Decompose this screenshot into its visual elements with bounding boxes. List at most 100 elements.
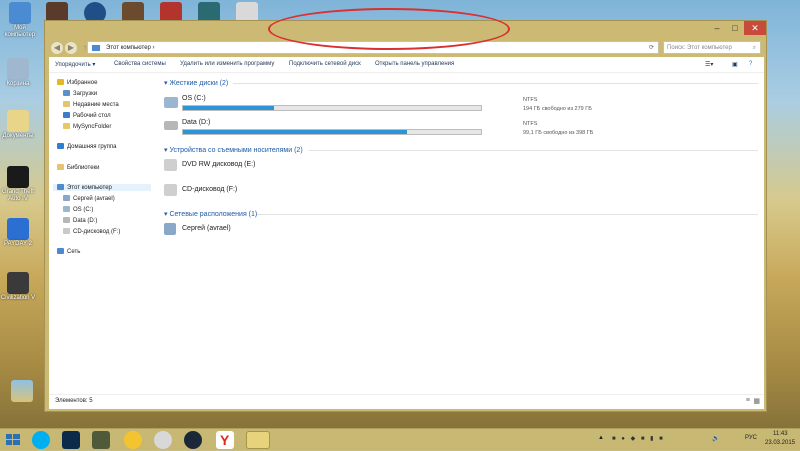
taskbar: Y ▲ ■ ● ◆ ■ ▮ ■ 🔊 РУС 11:43 23.03.2015 xyxy=(0,428,800,451)
maximize-button[interactable]: □ xyxy=(726,21,744,35)
game-taskbar-icon[interactable] xyxy=(92,431,110,449)
skype-icon[interactable] xyxy=(32,431,50,449)
desktop-icon-my-computer[interactable]: Мой компьютер xyxy=(2,2,38,39)
yandex-browser-icon[interactable]: Y xyxy=(216,431,234,449)
clock-date[interactable]: 23.03.2015 xyxy=(765,440,795,446)
refresh-icon[interactable]: ⟳ xyxy=(649,42,654,54)
nav-recent[interactable]: Недавние места xyxy=(63,101,119,108)
help-icon[interactable]: ? xyxy=(749,61,752,67)
item-count: Элементов: 5 xyxy=(55,398,93,404)
annotation-ellipse xyxy=(268,8,510,50)
nav-downloads[interactable]: Загрузки xyxy=(63,90,97,97)
drive-d-fs: NTFS xyxy=(523,121,538,127)
map-network-drive-button[interactable]: Подключить сетевой диск xyxy=(289,61,361,67)
nav-libraries[interactable]: Библиотеки xyxy=(57,164,100,171)
group-divider xyxy=(309,150,758,151)
computer-small-icon xyxy=(92,45,100,51)
desktop-icon-documents[interactable]: Документы xyxy=(0,110,36,140)
star-icon xyxy=(57,79,64,85)
tray-icons[interactable]: ■ ● ◆ ■ ▮ ■ xyxy=(612,435,665,442)
libraries-icon xyxy=(57,164,64,170)
nav-favorites[interactable]: Избранное xyxy=(57,79,97,86)
back-button[interactable]: ◀ xyxy=(51,42,63,54)
search-icon: ⌕ xyxy=(752,45,756,51)
speaker-icon[interactable]: 🔊 xyxy=(712,435,719,442)
drive-name: DVD RW дисковод (E:) xyxy=(182,161,256,168)
drive-icon xyxy=(164,121,178,130)
file-explorer-icon[interactable] xyxy=(246,431,270,449)
drive-tile-c[interactable]: OS (C:) xyxy=(164,95,564,117)
tiles-view-icon[interactable]: ▦ xyxy=(753,397,760,405)
drive-tile-f[interactable]: CD-дисковод (F:) xyxy=(164,184,364,202)
downloads-icon xyxy=(63,90,70,96)
desktop-icon-misc[interactable] xyxy=(4,380,40,403)
show-hidden-icons[interactable]: ▲ xyxy=(598,435,604,441)
folder-icon xyxy=(63,123,70,129)
search-input[interactable]: Поиск: Этот компьютер ⌕ xyxy=(663,41,761,54)
steam-icon[interactable] xyxy=(184,431,202,449)
nav-network[interactable]: Сеть xyxy=(57,248,80,255)
content-pane: ▾ Жесткие диски (2) OS (C:) NTFS 194 ГБ … xyxy=(157,73,764,395)
chrome-icon[interactable] xyxy=(124,431,142,449)
nav-user[interactable]: Сергей (avrael) xyxy=(63,195,115,202)
group-divider xyxy=(233,83,758,84)
command-bar: Упорядочить ▾ Свойства системы Удалить и… xyxy=(49,57,764,73)
open-control-panel-button[interactable]: Открыть панель управления xyxy=(375,61,454,67)
start-button[interactable] xyxy=(4,431,22,449)
recent-places-icon xyxy=(63,101,70,107)
desktop-icon-civilization[interactable]: Civilization V xyxy=(0,272,36,302)
drive-tile-d[interactable]: Data (D:) xyxy=(164,119,564,141)
preview-pane-icon[interactable]: ▣ xyxy=(732,61,738,68)
network-item-name: Сергей (avrael) xyxy=(182,225,231,232)
nav-homegroup[interactable]: Домашняя группа xyxy=(57,143,117,150)
group-header-network[interactable]: ▾ Сетевые расположения (1) xyxy=(164,210,257,218)
cd-drive-icon xyxy=(164,184,177,196)
computer-icon xyxy=(9,2,31,24)
explorer-client: Упорядочить ▾ Свойства системы Удалить и… xyxy=(49,57,764,409)
network-location-tile[interactable]: Сергей (avrael) xyxy=(164,223,364,241)
drive-name: OS (C:) xyxy=(182,95,206,102)
dvd-drive-icon xyxy=(164,159,177,171)
address-path: Этот компьютер xyxy=(106,45,151,51)
homegroup-icon xyxy=(57,143,64,149)
drive-tile-e[interactable]: DVD RW дисковод (E:) xyxy=(164,159,364,177)
nav-drive-d[interactable]: Data (D:) xyxy=(63,217,97,224)
windows-drive-icon xyxy=(63,206,70,212)
photoshop-icon[interactable] xyxy=(62,431,80,449)
minimize-button[interactable]: – xyxy=(708,21,726,35)
organize-menu[interactable]: Упорядочить ▾ xyxy=(55,61,95,68)
clock-time[interactable]: 11:43 xyxy=(773,431,788,437)
close-button[interactable]: ✕ xyxy=(744,21,766,35)
group-header-removable[interactable]: ▾ Устройства со съемными носителями (2) xyxy=(164,146,303,154)
navigation-pane: Избранное Загрузки Недавние места Рабочи… xyxy=(49,73,151,395)
group-divider xyxy=(257,214,758,215)
documents-icon xyxy=(7,110,29,132)
desktop-icon xyxy=(63,112,70,118)
forward-button[interactable]: ▶ xyxy=(65,42,77,54)
system-properties-button[interactable]: Свойства системы xyxy=(114,61,166,67)
user-folder-icon xyxy=(63,195,70,201)
usage-bar xyxy=(182,129,482,135)
drive-d-free: 99,1 ГБ свободно из 398 ГБ xyxy=(523,130,594,136)
gta-iv-icon xyxy=(7,166,29,188)
nav-drive-c[interactable]: OS (C:) xyxy=(63,206,93,213)
explorer-window: – □ ✕ ◀ ▶ ↑ Этот компьютер › ⟳ Поиск: Эт… xyxy=(44,20,767,412)
drive-c-fs: NTFS xyxy=(523,97,538,103)
desktop-icon-gta4[interactable]: Grand Theft Auto IV xyxy=(0,166,36,203)
usage-bar xyxy=(182,105,482,111)
address-chevron-icon: › xyxy=(152,45,155,51)
nav-desktop[interactable]: Рабочий стол xyxy=(63,112,111,119)
desktop-icon-payday2[interactable]: PAYDAY 2 xyxy=(0,218,36,248)
nav-mysync[interactable]: MySyncFolder xyxy=(63,123,111,130)
drive-name: CD-дисковод (F:) xyxy=(182,186,238,193)
view-options-icon[interactable]: ☰▾ xyxy=(705,61,713,68)
group-header-hard-disks[interactable]: ▾ Жесткие диски (2) xyxy=(164,79,228,87)
app-taskbar-icon[interactable] xyxy=(154,431,172,449)
details-view-icon[interactable]: ≡ xyxy=(746,397,750,404)
nav-drive-f[interactable]: CD-дисковод (F:) xyxy=(63,228,120,235)
drive-name: Data (D:) xyxy=(182,119,211,126)
uninstall-program-button[interactable]: Удалить или изменить программу xyxy=(180,61,274,67)
nav-this-pc[interactable]: Этот компьютер xyxy=(53,184,151,191)
desktop-icon-recycle-bin[interactable]: Корзина xyxy=(0,58,36,88)
language-indicator[interactable]: РУС xyxy=(745,435,757,441)
